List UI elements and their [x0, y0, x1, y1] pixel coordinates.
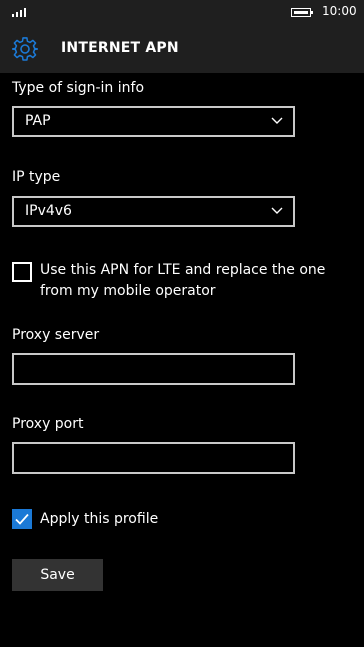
proxy-server-label: Proxy server — [12, 327, 100, 343]
page-title: INTERNET APN — [61, 40, 179, 56]
sign-in-type-label: Type of sign-in info — [12, 80, 145, 96]
lte-apn-checkbox-label: Use this APN for LTE and replace the one… — [40, 262, 326, 299]
checkmark-icon — [15, 513, 29, 525]
ip-type-label: IP type — [12, 169, 61, 185]
apply-profile-label: Apply this profile — [40, 511, 159, 527]
chevron-down-icon — [271, 117, 283, 124]
ip-type-value: IPv4v6 — [25, 203, 72, 219]
status-bar: 10:00 — [0, 0, 364, 24]
battery-icon — [291, 8, 313, 17]
sign-in-type-value: PAP — [25, 113, 51, 129]
apply-profile-checkbox[interactable] — [12, 509, 32, 529]
proxy-port-label: Proxy port — [12, 416, 84, 432]
proxy-port-input[interactable] — [12, 442, 295, 474]
app-header: INTERNET APN — [0, 24, 364, 73]
proxy-server-input[interactable] — [12, 353, 295, 385]
sign-in-type-select[interactable]: PAP — [12, 106, 295, 137]
status-time: 10:00 — [322, 4, 357, 18]
gear-icon — [12, 37, 38, 61]
ip-type-select[interactable]: IPv4v6 — [12, 196, 295, 227]
chevron-down-icon — [271, 207, 283, 214]
lte-apn-checkbox[interactable] — [12, 262, 32, 282]
signal-strength-icon — [12, 7, 30, 17]
save-button[interactable]: Save — [12, 559, 103, 591]
